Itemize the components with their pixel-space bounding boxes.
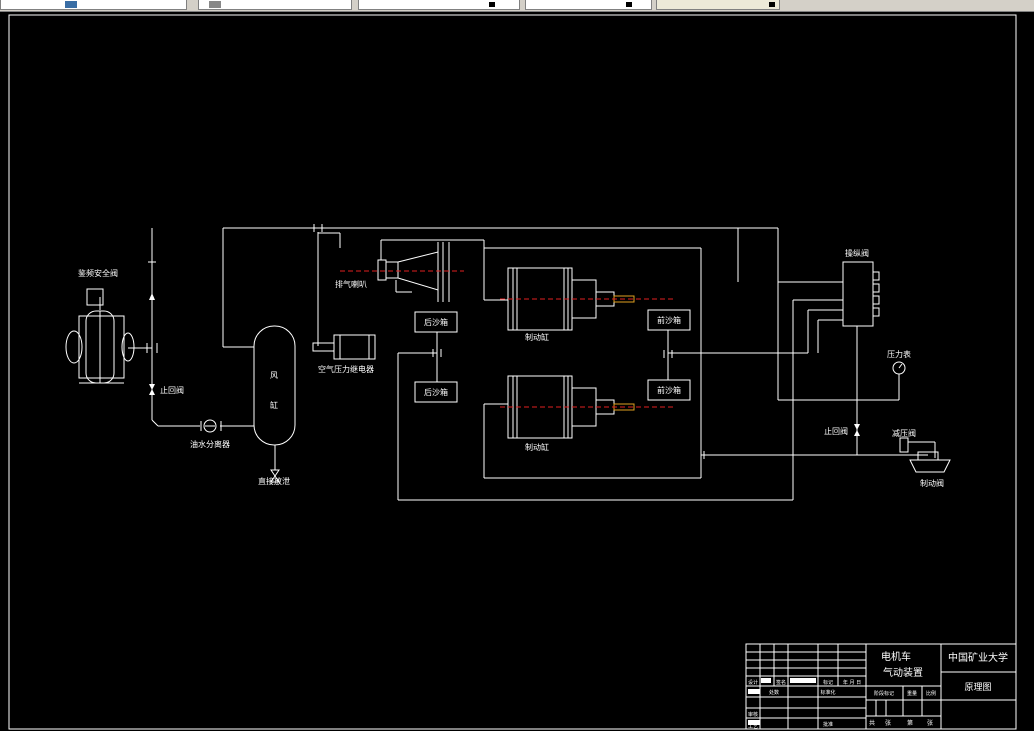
title-line1: 电机车 [881, 650, 911, 663]
lineweight-dropdown[interactable] [525, 0, 652, 10]
label-brake-valve: 制动阀 [920, 478, 944, 488]
tb-count: 处数 [769, 689, 779, 696]
layer-icon [65, 1, 77, 8]
tb-design: 设计 [748, 679, 758, 686]
label-brake-cylinder-top: 制动缸 [525, 332, 549, 342]
label-drain-valve: 直接放泄 [258, 476, 290, 486]
label-reservoir-line1: 风 [270, 371, 278, 380]
label-rear-sand-box-top: 后沙箱 [424, 317, 448, 327]
school-name: 中国矿业大学 [948, 651, 1008, 664]
label-check-valve-right: 止回阀 [824, 426, 848, 436]
sheet-border [8, 14, 1017, 730]
pressure-gauge-icon [892, 361, 906, 375]
label-reservoir-line2: 缸 [270, 400, 278, 410]
chevron-down-icon [489, 2, 495, 7]
drawing-canvas[interactable]: 鉴频安全阀 止回阀 油水分离器 风 缸 直接放泄 空气压力继电器 排气喇叭 后沙… [0, 12, 1034, 731]
horn-symbol [340, 239, 484, 302]
chevron-down-icon [769, 2, 775, 7]
tb-review: 审核 [748, 711, 758, 718]
bylayer-color-icon [209, 1, 221, 8]
linetype-dropdown[interactable] [358, 0, 520, 10]
brake-cylinder-bottom-symbol [500, 375, 676, 439]
tb-sheet: 张 [885, 719, 891, 727]
pressure-relay-symbol [312, 334, 376, 360]
right-valves-symbols [793, 424, 951, 473]
tb-sign: 签名 [776, 679, 786, 686]
label-rear-sand-box-bottom: 后沙箱 [424, 387, 448, 397]
cad-toolbar [0, 0, 1034, 12]
oil-water-separator-symbol [200, 419, 222, 433]
label-oil-water-separator: 油水分离器 [190, 439, 230, 449]
label-compressor-safety-valve: 鉴频安全阀 [78, 268, 118, 278]
layer-dropdown[interactable] [0, 0, 187, 10]
brake-cylinder-top-symbol [500, 267, 676, 331]
label-reducing-valve: 减压阀 [892, 428, 916, 438]
tb-total: 共 [869, 719, 875, 727]
label-check-valve-left: 止回阀 [160, 385, 184, 395]
label-front-sand-box-bottom: 前沙箱 [657, 385, 681, 395]
brake-frame-piping [397, 228, 857, 501]
tb-sheet2: 张 [927, 719, 933, 727]
tb-scale: 比例 [926, 690, 936, 697]
tb-date: 年 月 日 [843, 679, 861, 686]
compressor-safety-valve-symbol [65, 288, 135, 384]
plot-style-dropdown[interactable] [656, 0, 780, 10]
tb-craft: 工艺 [748, 724, 758, 730]
tb-stage-mark: 阶段标记 [874, 690, 894, 697]
label-pressure-relay: 空气压力继电器 [318, 364, 374, 374]
chevron-down-icon [626, 2, 632, 7]
tb-mark: 标记 [823, 679, 833, 686]
label-pressure-gauge: 压力表 [887, 349, 911, 359]
label-horn: 排气喇叭 [335, 279, 367, 289]
main-supply-pipe [222, 224, 843, 348]
tb-page: 第 [907, 719, 913, 727]
color-dropdown[interactable] [198, 0, 352, 10]
label-brake-cylinder-bottom: 制动缸 [525, 442, 549, 452]
tb-approve: 批准 [823, 721, 833, 728]
drawing-type: 原理图 [964, 682, 991, 693]
title-line2: 气动装置 [883, 666, 923, 679]
left-piping [128, 228, 254, 427]
label-front-sand-box-top: 前沙箱 [657, 315, 681, 325]
label-control-valve: 操纵阀 [845, 248, 869, 258]
tb-weight: 重量 [907, 690, 917, 697]
tb-standard: 标准化 [820, 689, 835, 696]
